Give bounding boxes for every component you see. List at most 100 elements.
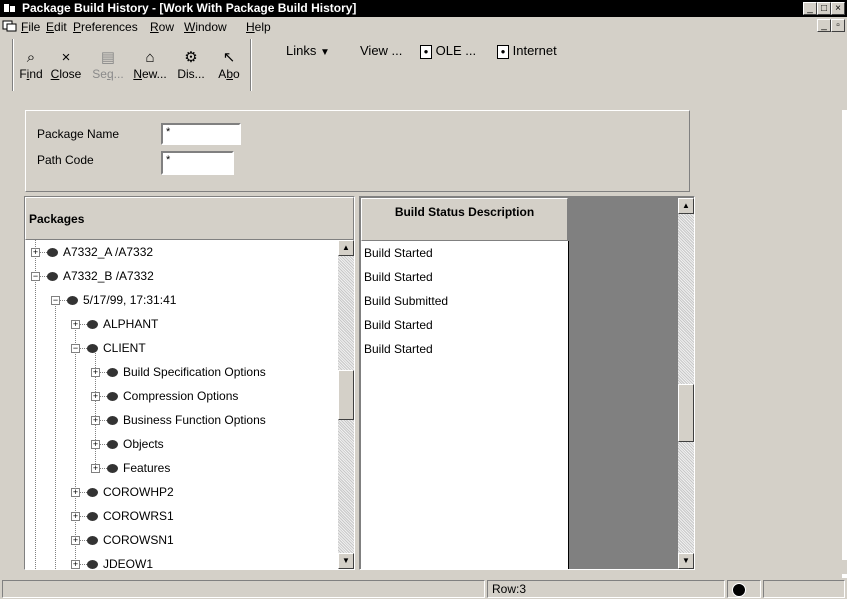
menu-row[interactable]: Row: [150, 20, 174, 34]
package-icon: [107, 392, 118, 401]
menu-help[interactable]: Help: [246, 20, 271, 34]
grid-column-header[interactable]: Build Status Description: [361, 198, 568, 241]
grid-row[interactable]: Build Started: [364, 337, 433, 361]
scroll-down-icon[interactable]: ▼: [338, 553, 354, 569]
tree-item-label: ALPHANT: [103, 317, 159, 331]
status-pane-message: [2, 580, 485, 598]
tree-item[interactable]: + Build Specification Options: [25, 360, 338, 384]
view-label: View ...: [360, 43, 403, 58]
tree-item-label: Compression Options: [123, 389, 239, 403]
tree-item[interactable]: + Compression Options: [25, 384, 338, 408]
app-icon: [4, 4, 15, 12]
display-icon: ⚙: [184, 49, 198, 66]
scroll-up-icon[interactable]: ▲: [678, 198, 694, 214]
status-pane-globe: [727, 580, 761, 598]
find-button[interactable]: ⌕ Find: [18, 49, 44, 81]
package-name-input[interactable]: *: [161, 123, 241, 145]
packages-tree[interactable]: + A7332_A /A7332 − A7332_B /A7332 − 5/17…: [25, 240, 338, 569]
ole-label: OLE ...: [435, 43, 477, 58]
package-icon: [87, 488, 98, 497]
seq-button[interactable]: ▤ Seq...: [90, 49, 126, 81]
tree-item[interactable]: + Business Function Options: [25, 408, 338, 432]
package-icon: [107, 440, 118, 449]
minimize-button[interactable]: _: [803, 2, 817, 15]
display-label: Dis...: [177, 67, 205, 81]
path-code-input[interactable]: *: [161, 151, 234, 175]
tree-item-label: Features: [123, 461, 171, 475]
grid-row[interactable]: Build Started: [364, 313, 433, 337]
menu-edit[interactable]: Edit: [46, 20, 67, 34]
tree-item[interactable]: + Objects: [25, 432, 338, 456]
scroll-down-icon[interactable]: ▼: [678, 553, 694, 569]
grid-row[interactable]: Build Started: [364, 241, 433, 265]
tree-item[interactable]: + COROWRS1: [25, 504, 338, 528]
tree-item[interactable]: + Features: [25, 456, 338, 480]
display-button[interactable]: ⚙ Dis...: [172, 49, 210, 81]
package-icon: [87, 560, 98, 569]
build-status-header-label: Build Status Description: [394, 205, 535, 219]
menu-preferences[interactable]: Preferences: [73, 20, 138, 34]
package-icon: [87, 512, 98, 521]
tree-scroll-thumb[interactable]: [338, 370, 354, 420]
package-icon: [107, 368, 118, 377]
tree-item-label: COROWRS1: [103, 509, 174, 523]
toolbar-separator: [12, 39, 14, 91]
tree-item-label: JDEOW1: [103, 557, 154, 569]
package-icon: [67, 296, 78, 305]
seq-icon: ▤: [100, 49, 116, 66]
grid-scrollbar[interactable]: ▲ ▼: [678, 198, 694, 569]
internet-button[interactable]: ● Internet: [497, 43, 557, 59]
tree-item[interactable]: − A7332_B /A7332: [25, 264, 338, 288]
package-name-label: Package Name: [37, 127, 120, 141]
package-icon: [87, 344, 98, 353]
tree-item-label: Build Specification Options: [123, 365, 266, 379]
grid-row[interactable]: Build Started: [364, 265, 433, 289]
new-button[interactable]: ⌂ New...: [130, 49, 170, 81]
main-scroll-down[interactable]: [842, 560, 847, 574]
find-icon: ⌕: [26, 49, 36, 66]
status-pane-extra: [763, 580, 845, 598]
grid-scroll-thumb[interactable]: [678, 384, 694, 442]
scroll-up-icon[interactable]: ▲: [338, 240, 354, 256]
packages-tree-panel: Packages + A7332_A /A7332 − A7332_B /A73…: [24, 196, 355, 570]
help-pointer-icon: ↖: [222, 49, 236, 66]
package-icon: [107, 416, 118, 425]
tree-scrollbar[interactable]: ▲ ▼: [338, 240, 354, 569]
tree-item[interactable]: + ALPHANT: [25, 312, 338, 336]
menu-bar: File Edit Preferences Row Window Help _ …: [0, 17, 847, 35]
new-icon: ⌂: [145, 49, 155, 66]
grid-body[interactable]: Build Started Build Started Build Submit…: [361, 241, 569, 569]
packages-header: Packages: [25, 197, 354, 240]
close-button[interactable]: × Close: [48, 49, 84, 81]
tree-item[interactable]: − CLIENT: [25, 336, 338, 360]
toolbar-separator: [250, 39, 252, 91]
about-button[interactable]: ↖ Abo: [214, 49, 244, 81]
tree-item[interactable]: + A7332_A /A7332: [25, 240, 338, 264]
path-code-label: Path Code: [37, 153, 94, 167]
tree-item-label: Business Function Options: [123, 413, 266, 427]
links-label: Links: [286, 43, 317, 58]
links-button[interactable]: Links ▼: [286, 43, 330, 59]
tree-item-label: 5/17/99, 17:31:41: [83, 293, 177, 307]
tree-item[interactable]: + JDEOW1: [25, 552, 338, 569]
close-window-button[interactable]: ×: [831, 2, 845, 15]
tree-item-label: COROWSN1: [103, 533, 174, 547]
internet-label: Internet: [512, 43, 557, 58]
main-scrollbar[interactable]: [842, 96, 847, 578]
tree-item[interactable]: + COROWHP2: [25, 480, 338, 504]
ole-button[interactable]: ● OLE ...: [420, 43, 476, 59]
menu-window[interactable]: Window: [184, 20, 227, 34]
main-scroll-up[interactable]: [842, 96, 847, 110]
child-minimize-button[interactable]: _: [817, 19, 831, 32]
packages-header-label: Packages: [29, 212, 85, 226]
tree-item[interactable]: − 5/17/99, 17:31:41: [25, 288, 338, 312]
status-bar: Row:3: [0, 578, 847, 599]
child-restore-button[interactable]: ▫: [831, 19, 845, 32]
view-button[interactable]: View ...: [360, 43, 402, 59]
grid-row[interactable]: Build Submitted: [364, 289, 448, 313]
maximize-button[interactable]: □: [817, 2, 831, 15]
menu-file[interactable]: File: [21, 20, 40, 34]
package-icon: [47, 248, 58, 257]
tree-item[interactable]: + COROWSN1: [25, 528, 338, 552]
tree-item-label: A7332_A /A7332: [63, 245, 154, 259]
